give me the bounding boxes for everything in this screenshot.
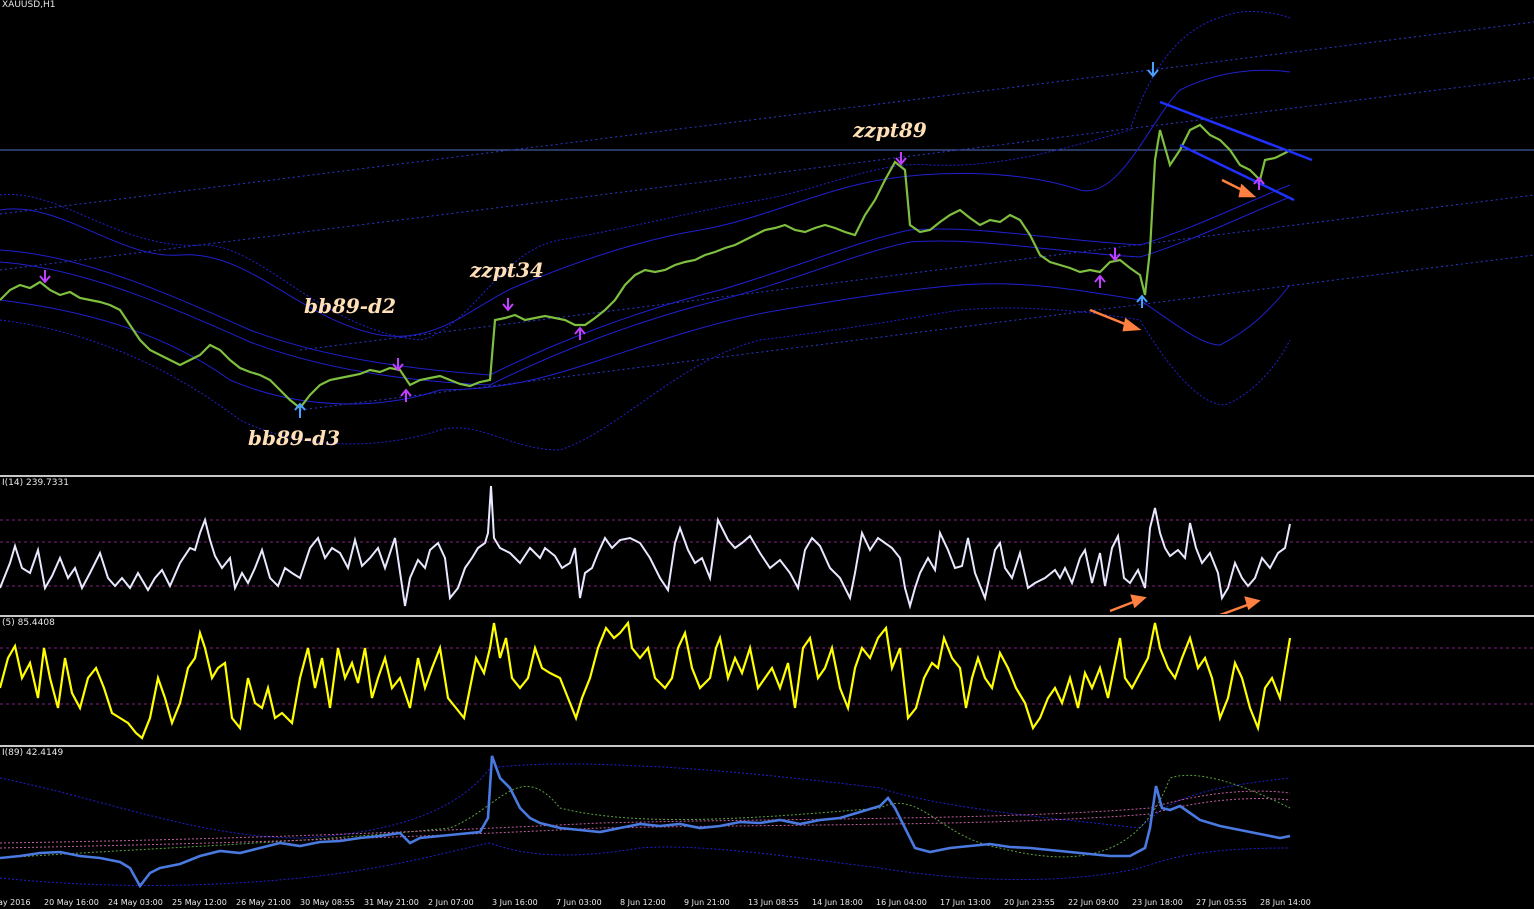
time-axis: ay 2016 20 May 16:00 24 May 03:00 25 May… xyxy=(0,897,1534,909)
time-tick-15: 17 Jun 13:00 xyxy=(940,898,991,907)
desc-channel-bottom xyxy=(1179,143,1295,202)
time-tick-4: 26 May 21:00 xyxy=(236,898,291,907)
annotation-zzpt89: zzpt89 xyxy=(853,118,927,142)
indicator-pane-2[interactable]: (5) 85.4408 xyxy=(0,618,1534,744)
trend-channel-lines xyxy=(0,21,1534,411)
annotation-bb89-d2: bb89-d2 xyxy=(304,294,397,318)
price-chart-svg xyxy=(0,11,1534,451)
time-tick-20: 28 Jun 14:00 xyxy=(1260,898,1311,907)
time-tick-8: 3 Jun 16:00 xyxy=(492,898,538,907)
indicator-3-line xyxy=(0,755,1291,889)
price-candles xyxy=(0,123,1291,410)
time-tick-13: 14 Jun 18:00 xyxy=(812,898,863,907)
time-tick-6: 31 May 21:00 xyxy=(364,898,419,907)
annotation-bb89-d3: bb89-d3 xyxy=(248,426,341,450)
indicator-1-svg xyxy=(0,485,1534,614)
indicator-3-svg xyxy=(0,755,1291,889)
time-tick-16: 20 Jun 23:55 xyxy=(1004,898,1055,907)
time-tick-2: 24 May 03:00 xyxy=(108,898,163,907)
time-tick-17: 22 Jun 09:00 xyxy=(1068,898,1119,907)
time-tick-5: 30 May 08:55 xyxy=(300,898,355,907)
time-tick-11: 9 Jun 21:00 xyxy=(684,898,730,907)
bollinger-bands xyxy=(0,69,1291,405)
time-tick-7: 2 Jun 07:00 xyxy=(428,898,474,907)
annotation-zzpt34: zzpt34 xyxy=(470,258,544,282)
time-tick-12: 13 Jun 08:55 xyxy=(748,898,799,907)
time-tick-3: 25 May 12:00 xyxy=(172,898,227,907)
indicator-pane-3[interactable]: I(89) 42.4149 xyxy=(0,748,1534,897)
pane-separator-2[interactable] xyxy=(0,615,1534,617)
outer-bands xyxy=(0,11,1291,451)
indicator-1-orange-arrows xyxy=(1109,594,1261,614)
time-tick-1: 20 May 16:00 xyxy=(44,898,99,907)
desc-channel-top xyxy=(1159,100,1313,162)
time-tick-0: ay 2016 xyxy=(0,898,31,907)
pane-separator-3[interactable] xyxy=(0,745,1534,747)
time-tick-18: 23 Jun 18:00 xyxy=(1132,898,1183,907)
time-tick-9: 7 Jun 03:00 xyxy=(556,898,602,907)
indicator-2-svg xyxy=(0,620,1534,740)
time-tick-19: 27 Jun 05:55 xyxy=(1196,898,1247,907)
indicator-pane-1[interactable]: I(14) 239.7331 xyxy=(0,478,1534,614)
indicator-2-line xyxy=(0,620,1292,740)
indicator-1-line xyxy=(0,485,1291,610)
time-tick-10: 8 Jun 12:00 xyxy=(620,898,666,907)
time-tick-14: 16 Jun 04:00 xyxy=(876,898,927,907)
pane-separator-1[interactable] xyxy=(0,475,1534,477)
price-chart-pane[interactable]: XAUUSD,H1 zzpt89 zzpt34 bb89-d2 bb89-d3 xyxy=(0,0,1534,474)
